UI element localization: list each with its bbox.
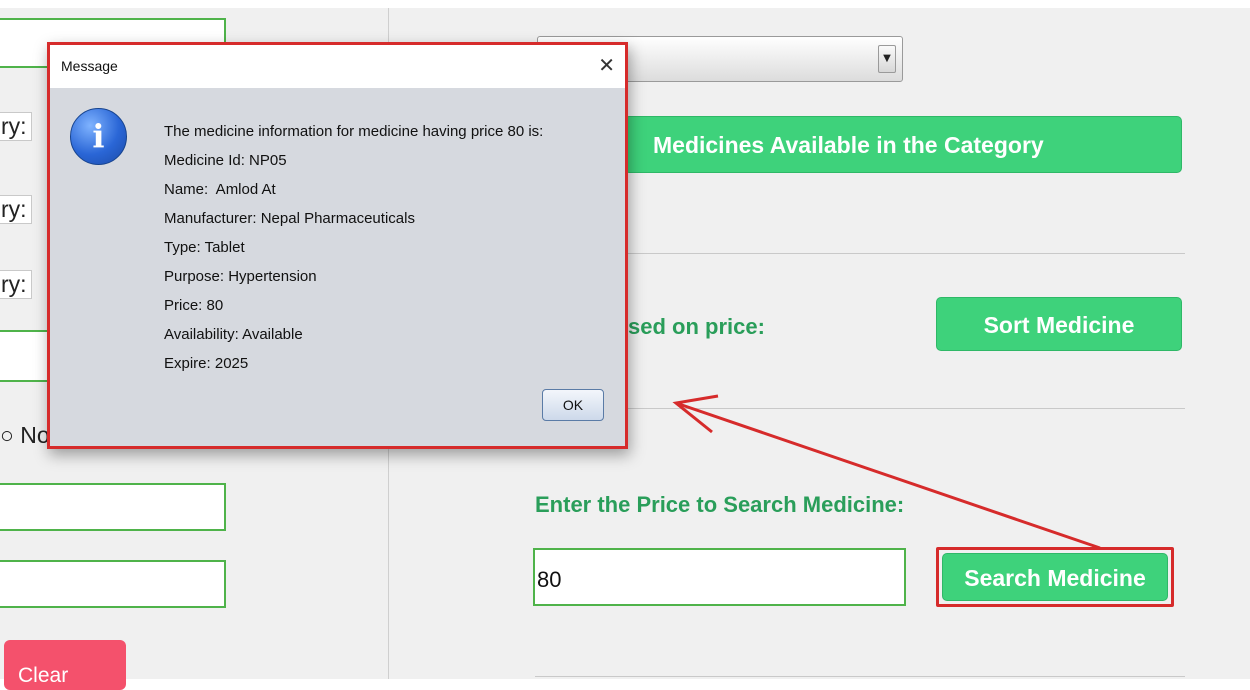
message-line: The medicine information for medicine ha… bbox=[164, 123, 544, 140]
message-line: Type: Tablet bbox=[164, 239, 245, 256]
message-line: Availability: Available bbox=[164, 326, 303, 343]
message-dialog: Message ✕ i The medicine information for… bbox=[47, 42, 628, 449]
message-line: Expire: 2025 bbox=[164, 355, 249, 372]
dialog-titlebar: Message ✕ bbox=[50, 45, 625, 88]
info-icon: i bbox=[70, 108, 127, 165]
ok-button[interactable]: OK bbox=[542, 389, 604, 421]
message-line: Medicine Id: NP05 bbox=[164, 152, 287, 169]
message-line: Manufacturer: Nepal Pharmaceuticals bbox=[164, 210, 415, 227]
message-line: Purpose: Hypertension bbox=[164, 268, 317, 285]
dialog-message: The medicine information for medicine ha… bbox=[164, 117, 543, 378]
dialog-title: Message bbox=[61, 58, 118, 74]
close-icon[interactable]: ✕ bbox=[598, 53, 615, 77]
message-line: Price: 80 bbox=[164, 297, 224, 314]
message-line: Name: Amlod At bbox=[164, 181, 276, 198]
